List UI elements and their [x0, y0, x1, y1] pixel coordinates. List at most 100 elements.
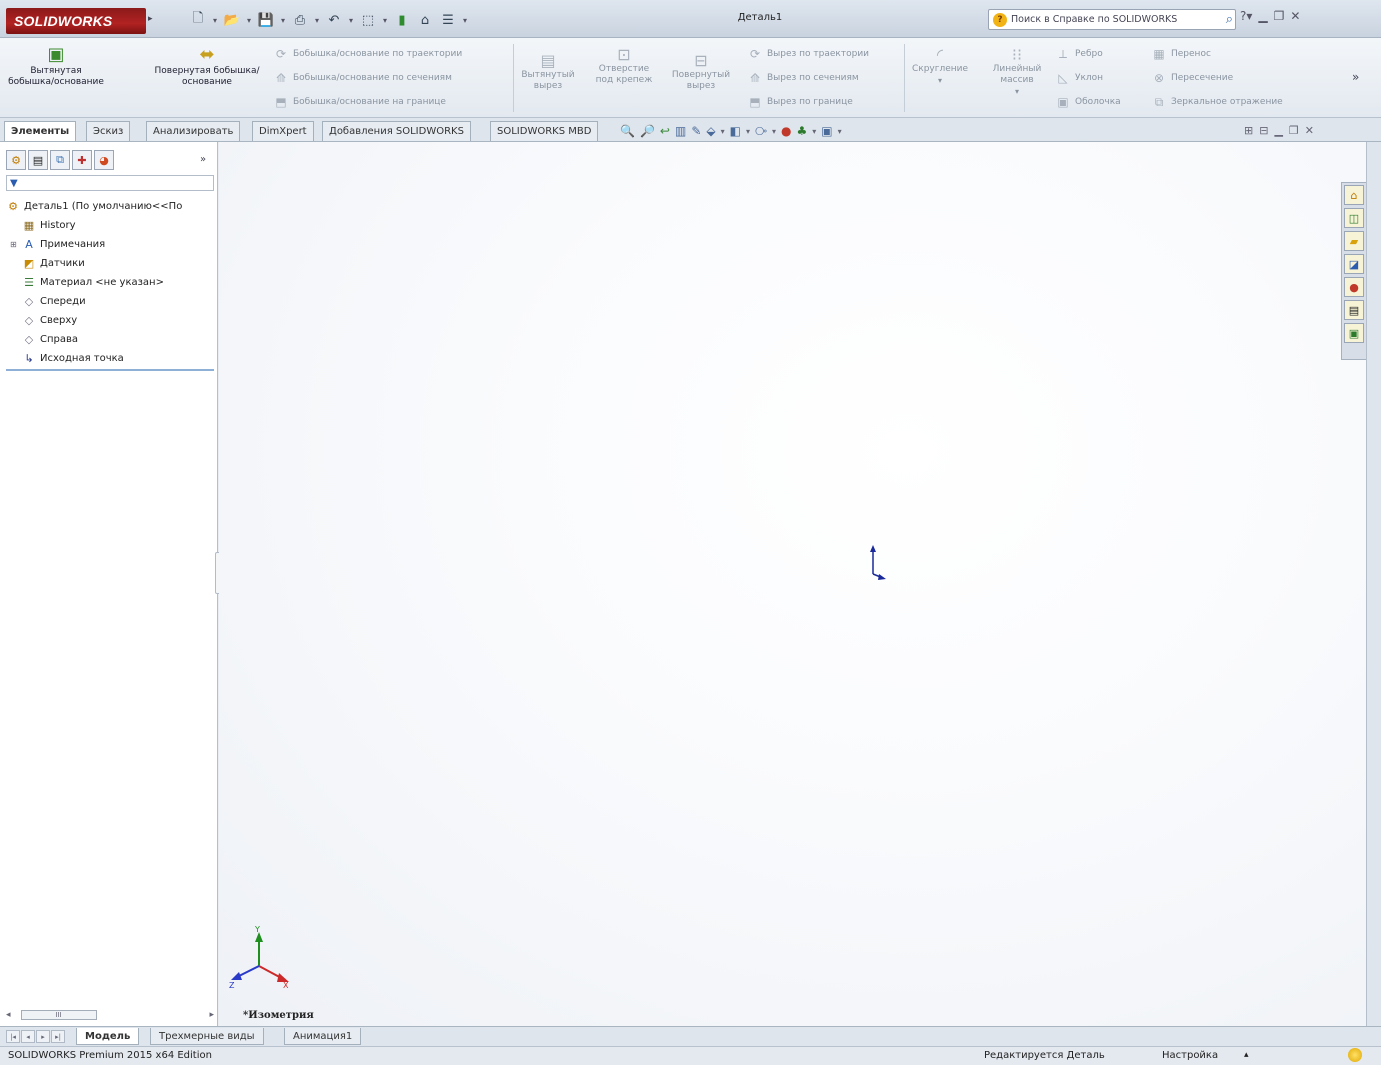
revolved-cut-button[interactable]: ⊟ Повернутый вырез: [664, 52, 738, 92]
print-icon[interactable]: ⎙: [290, 10, 310, 30]
tab-solidworks-addins[interactable]: Добавления SOLIDWORKS: [322, 121, 471, 141]
boundary-boss-button[interactable]: ⬒ Бобышка/основание на границе: [274, 90, 462, 114]
view-orientation-icon[interactable]: ⬙: [706, 124, 715, 138]
extruded-cut-button[interactable]: ▤ Вытянутый вырез: [520, 52, 576, 92]
wrap-button[interactable]: ▦ Перенос: [1152, 42, 1283, 66]
tree-root-part[interactable]: ⚙ Деталь1 (По умолчанию<<По: [6, 197, 216, 216]
extruded-boss-button[interactable]: ▣ Вытянутая бобышка/основание: [6, 44, 106, 88]
tab-animation1[interactable]: Анимация1: [284, 1028, 362, 1045]
tree-item-history[interactable]: ▦ History: [6, 216, 216, 235]
edit-appearance-icon[interactable]: ●: [781, 124, 791, 138]
tree-item-top-plane[interactable]: ◇ Сверху: [6, 311, 216, 330]
fillet-button[interactable]: ◜ Скругление ▾: [908, 46, 972, 86]
tile-icon[interactable]: ⊞: [1244, 124, 1253, 137]
tab-sketch[interactable]: Эскиз: [86, 121, 131, 141]
hide-show-items-icon[interactable]: ⧂: [755, 124, 767, 139]
solidworks-logo[interactable]: SOLIDWORKS: [6, 8, 146, 34]
swept-boss-button[interactable]: ⟳ Бобышка/основание по траектории: [274, 42, 462, 66]
save-icon[interactable]: 💾: [256, 10, 276, 30]
rib-button[interactable]: ⟂ Ребро: [1056, 42, 1121, 66]
save-dropdown-icon[interactable]: ▾: [279, 16, 287, 25]
linear-pattern-button[interactable]: ⁝⁝ Линейный массив ▾: [984, 46, 1050, 97]
search-icon[interactable]: ⌕: [1226, 12, 1233, 27]
intersect-button[interactable]: ⊗ Пересечение: [1152, 66, 1283, 90]
options-icon[interactable]: ☰: [438, 10, 458, 30]
tree-item-sensors[interactable]: ◩ Датчики: [6, 254, 216, 273]
tab-model[interactable]: Модель: [76, 1028, 140, 1045]
rollback-bar[interactable]: [6, 369, 214, 371]
lofted-boss-button[interactable]: ⟰ Бобышка/основание по сечениям: [274, 66, 462, 90]
pattern-dropdown-icon[interactable]: ▾: [984, 86, 1050, 97]
display-style-dropdown-icon[interactable]: ▾: [746, 127, 750, 136]
previous-view-icon[interactable]: ↩: [660, 124, 670, 138]
tab-evaluate[interactable]: Анализировать: [146, 121, 241, 141]
tab-3d-views[interactable]: Трехмерные виды: [150, 1028, 264, 1045]
tree-item-right-plane[interactable]: ◇ Справа: [6, 330, 216, 349]
scene-dropdown-icon[interactable]: ▾: [812, 127, 816, 136]
solidworks-resources-icon[interactable]: ⌂: [1344, 185, 1364, 205]
undo-icon[interactable]: ↶: [324, 10, 344, 30]
view-settings-dropdown-icon[interactable]: ▾: [838, 127, 842, 136]
next-tab-icon[interactable]: ▸: [36, 1030, 50, 1043]
fillet-dropdown-icon[interactable]: ▾: [908, 75, 972, 86]
more-tabs-chevron-icon[interactable]: »: [200, 154, 206, 165]
new-dropdown-icon[interactable]: ▾: [211, 16, 219, 25]
configuration-manager-tab-icon[interactable]: ⧉: [50, 150, 70, 170]
viewport-minimize-icon[interactable]: ▁: [1274, 124, 1282, 137]
hole-wizard-button[interactable]: ⊡ Отверстие под крепеж: [594, 46, 654, 86]
solidworks-forum-icon[interactable]: ▣: [1344, 323, 1364, 343]
mirror-button[interactable]: ⧉ Зеркальное отражение: [1152, 90, 1283, 114]
tree-filter-input[interactable]: ▼: [6, 175, 214, 191]
unit-system-dropdown-icon[interactable]: ▴: [1244, 1050, 1249, 1060]
rebuild-status-icon[interactable]: [1348, 1048, 1362, 1062]
undo-dropdown-icon[interactable]: ▾: [347, 16, 355, 25]
custom-properties-icon[interactable]: ▤: [1344, 300, 1364, 320]
viewport-close-icon[interactable]: ✕: [1305, 124, 1314, 137]
scroll-right-icon[interactable]: ▸: [209, 1010, 214, 1020]
tree-item-annotations[interactable]: ⊞ A Примечания: [6, 235, 216, 254]
file-properties-icon[interactable]: ⌂: [415, 10, 435, 30]
help-search-input[interactable]: ? Поиск в Справке по SOLIDWORKS ⌕: [988, 9, 1236, 30]
tree-item-origin[interactable]: ↳ Исходная точка: [6, 349, 216, 368]
new-document-icon[interactable]: 🗋: [188, 10, 208, 30]
print-dropdown-icon[interactable]: ▾: [313, 16, 321, 25]
tree-item-front-plane[interactable]: ◇ Спереди: [6, 292, 216, 311]
draft-button[interactable]: ◺ Уклон: [1056, 66, 1121, 90]
viewport-restore-icon[interactable]: ❐: [1289, 124, 1299, 137]
revolved-boss-button[interactable]: ⬌ Повернутая бобышка/основание: [152, 44, 262, 88]
menu-arrow-icon[interactable]: ▸: [148, 14, 156, 26]
first-tab-icon[interactable]: |◂: [6, 1030, 20, 1043]
shell-button[interactable]: ▣ Оболочка: [1056, 90, 1120, 114]
lofted-cut-button[interactable]: ⟰ Вырез по сечениям: [748, 66, 869, 90]
section-view-icon[interactable]: ▥: [675, 124, 686, 138]
close-icon[interactable]: ✕: [1290, 9, 1300, 23]
feature-manager-tab-icon[interactable]: ⚙: [6, 150, 26, 170]
tab-solidworks-mbd[interactable]: SOLIDWORKS MBD: [490, 121, 599, 141]
last-tab-icon[interactable]: ▸|: [51, 1030, 65, 1043]
view-settings-icon[interactable]: ▣: [821, 124, 832, 138]
zoom-to-area-icon[interactable]: 🔎: [640, 124, 655, 138]
minimize-icon[interactable]: ▁: [1258, 9, 1267, 23]
hide-show-dropdown-icon[interactable]: ▾: [772, 127, 776, 136]
appearances-icon[interactable]: ●: [1344, 277, 1364, 297]
graphics-area[interactable]: Y X Z *Изометрия: [219, 142, 1366, 1026]
design-library-icon[interactable]: ◫: [1344, 208, 1364, 228]
zoom-to-fit-icon[interactable]: 🔍: [620, 124, 635, 138]
scroll-left-icon[interactable]: ◂: [6, 1010, 11, 1020]
view-palette-icon[interactable]: ◪: [1344, 254, 1364, 274]
tree-item-material[interactable]: ☰ Материал <не указан>: [6, 273, 216, 292]
tab-features[interactable]: Элементы: [4, 121, 77, 141]
select-icon[interactable]: ⬚: [358, 10, 378, 30]
swept-cut-button[interactable]: ⟳ Вырез по траектории: [748, 42, 869, 66]
options-dropdown-icon[interactable]: ▾: [461, 16, 469, 25]
unit-system-button[interactable]: Настройка: [1162, 1050, 1218, 1061]
property-manager-tab-icon[interactable]: ▤: [28, 150, 48, 170]
scroll-thumb[interactable]: III: [20, 1010, 97, 1020]
display-style-icon[interactable]: ◧: [730, 124, 741, 138]
open-folder-icon[interactable]: 📂: [222, 10, 242, 30]
dynamic-annotation-icon[interactable]: ✎: [691, 124, 701, 138]
rebuild-icon[interactable]: ▮: [392, 10, 412, 30]
display-manager-tab-icon[interactable]: ◕: [94, 150, 114, 170]
restore-icon[interactable]: ❐: [1274, 9, 1285, 23]
select-dropdown-icon[interactable]: ▾: [381, 16, 389, 25]
